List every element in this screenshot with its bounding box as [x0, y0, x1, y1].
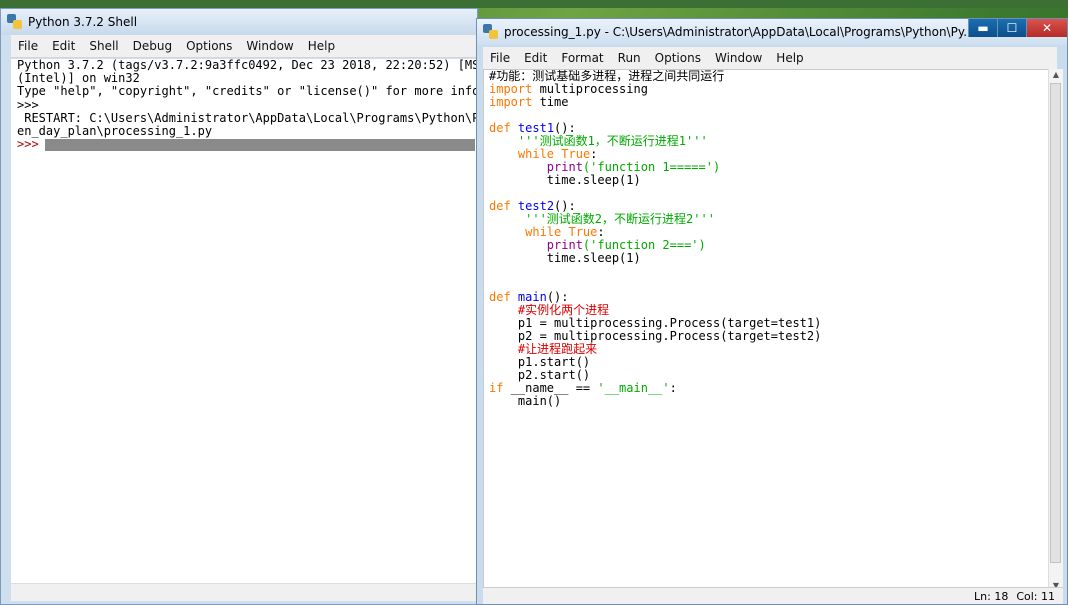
keyword: True — [568, 225, 598, 239]
keyword: import — [489, 82, 533, 96]
shell-output[interactable]: Python 3.7.2 (tags/v3.7.2:9a3ffc0492, De… — [11, 59, 477, 583]
editor-menu-edit[interactable]: Edit — [517, 47, 554, 69]
shell-title: Python 3.7.2 Shell — [28, 15, 138, 29]
editor-menu-run[interactable]: Run — [611, 47, 648, 69]
keyword: def — [489, 199, 511, 213]
keyword: def — [489, 121, 511, 135]
code-text: time.sleep(1) — [546, 251, 641, 265]
code-text: main() — [517, 394, 562, 408]
minimize-button[interactable]: ▬ — [968, 19, 997, 37]
keyword: import — [489, 95, 533, 109]
editor-vertical-scrollbar[interactable]: ▲ ▼ — [1048, 69, 1063, 591]
shell-menu-edit[interactable]: Edit — [45, 35, 82, 57]
python-icon — [7, 14, 23, 30]
shell-line: en_day_plan\processing_1.py — [17, 124, 213, 139]
function-name: test1 — [517, 121, 555, 135]
code-text: time — [532, 95, 569, 109]
shell-menu-help[interactable]: Help — [301, 35, 342, 57]
string: '__main__' — [597, 381, 670, 395]
string: ('function 1=====') — [582, 160, 721, 174]
code-text: __name__ == — [503, 381, 598, 395]
code-comment: #实例化两个进程 — [517, 303, 610, 317]
code-text: : — [669, 381, 677, 395]
shell-window: Python 3.7.2 Shell File Edit Shell Debug… — [0, 8, 478, 605]
scrollbar-thumb[interactable] — [1050, 83, 1061, 563]
code-text: : — [590, 147, 598, 161]
status-line: Ln: 18 — [974, 589, 1009, 603]
shell-horizontal-scrollbar[interactable] — [11, 583, 477, 601]
code-text: multiprocessing — [532, 82, 648, 96]
keyword: def — [489, 290, 511, 304]
editor-titlebar[interactable]: processing_1.py - C:\Users\Administrator… — [477, 19, 1067, 45]
code-text: p2 = multiprocessing.Process(target=test… — [517, 329, 822, 343]
shell-menu-debug[interactable]: Debug — [126, 35, 179, 57]
code-text: p1.start() — [517, 355, 591, 369]
keyword: while — [517, 147, 555, 161]
code-text: (): — [554, 199, 576, 213]
scroll-up-arrow-icon[interactable]: ▲ — [1049, 70, 1063, 79]
docstring: '''测试函数1，不断运行进程1''' — [517, 134, 708, 148]
function-name: test2 — [517, 199, 555, 213]
code-text: (): — [554, 121, 576, 135]
editor-menu-help[interactable]: Help — [769, 47, 810, 69]
shell-menu-window[interactable]: Window — [239, 35, 300, 57]
code-text: p1 = multiprocessing.Process(target=test… — [517, 316, 822, 330]
docstring: '''测试函数2，不断运行进程2''' — [525, 212, 715, 226]
status-bar: Ln: 18 Col: 11 — [483, 587, 1063, 604]
editor-menu-file[interactable]: File — [483, 47, 517, 69]
maximize-button[interactable]: ☐ — [997, 19, 1026, 37]
string: ('function 2===') — [582, 238, 706, 252]
code-text: p2.start() — [517, 368, 591, 382]
status-column: Col: 11 — [1016, 589, 1055, 603]
shell-menu-options[interactable]: Options — [179, 35, 239, 57]
keyword: True — [561, 147, 591, 161]
code-text: time.sleep(1) — [546, 173, 641, 187]
shell-menubar: File Edit Shell Debug Options Window Hel… — [11, 35, 477, 58]
editor-menu-format[interactable]: Format — [554, 47, 610, 69]
shell-menu-file[interactable]: File — [11, 35, 45, 57]
python-file-icon — [483, 24, 499, 40]
editor-window: processing_1.py - C:\Users\Administrator… — [476, 18, 1068, 605]
code-text: (): — [546, 290, 569, 304]
builtin: print — [546, 238, 583, 252]
code-text: : — [597, 225, 605, 239]
shell-menu-shell[interactable]: Shell — [82, 35, 125, 57]
shell-line: Type "help", "copyright", "credits" or "… — [17, 84, 477, 99]
shell-input-highlight[interactable] — [44, 138, 475, 151]
close-button[interactable]: ✕ — [1026, 19, 1067, 37]
editor-menu-window[interactable]: Window — [708, 47, 769, 69]
function-name: main — [517, 290, 547, 304]
code-comment: #让进程跑起来 — [517, 342, 598, 356]
code-editor[interactable]: #功能：测试基础多进程，进程之间共同运行 import multiprocess… — [483, 69, 1055, 591]
keyword: while — [525, 225, 562, 239]
keyword: if — [489, 381, 504, 395]
shell-prompt: >>> — [17, 97, 39, 112]
shell-prompt: >>> — [17, 137, 39, 152]
editor-title: processing_1.py - C:\Users\Administrator… — [504, 25, 975, 39]
shell-titlebar[interactable]: Python 3.7.2 Shell — [1, 9, 477, 35]
desktop-background — [0, 0, 1068, 8]
builtin: print — [546, 160, 583, 174]
editor-menu-options[interactable]: Options — [648, 47, 708, 69]
editor-menubar: File Edit Format Run Options Window Help — [483, 47, 1057, 70]
